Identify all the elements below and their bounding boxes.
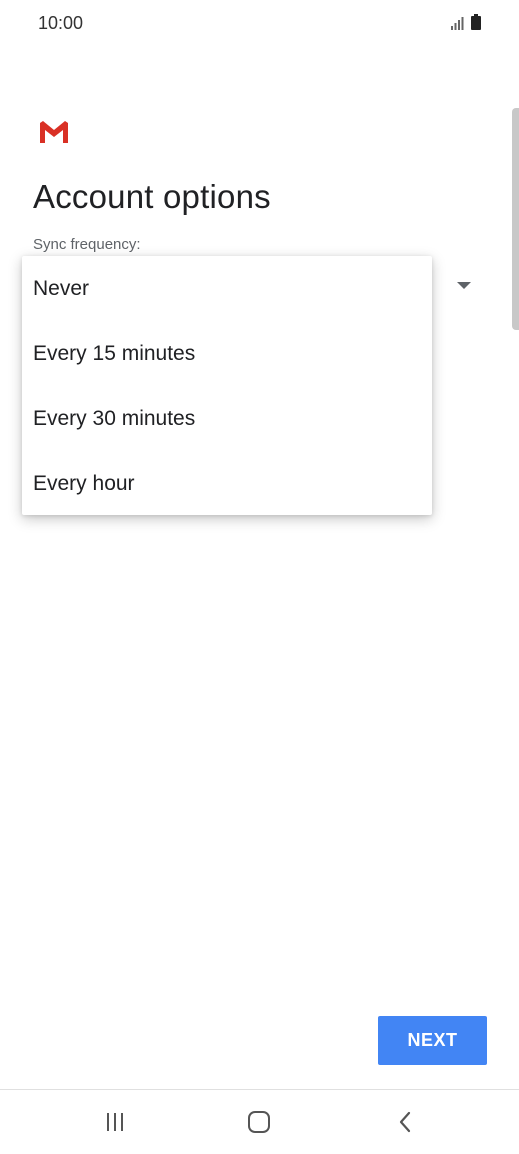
chevron-down-icon[interactable]: [457, 282, 471, 289]
recent-apps-icon[interactable]: [85, 1104, 145, 1140]
signal-icon: [451, 16, 465, 30]
gmail-logo-icon: [37, 119, 71, 145]
page-title: Account options: [33, 178, 271, 215]
status-bar: 10:00: [0, 0, 519, 48]
status-time: 10:00: [38, 13, 84, 33]
option-every-hour[interactable]: Every hour: [22, 452, 432, 516]
option-every-30-minutes[interactable]: Every 30 minutes: [22, 387, 432, 451]
next-button[interactable]: NEXT: [378, 1016, 487, 1065]
sync-frequency-label: Sync frequency:: [33, 236, 141, 253]
option-every-15-minutes[interactable]: Every 15 minutes: [22, 322, 432, 386]
back-icon[interactable]: [375, 1104, 435, 1140]
status-icons: [451, 14, 481, 30]
home-icon[interactable]: [229, 1104, 289, 1140]
option-never[interactable]: Never: [22, 257, 432, 321]
battery-icon: [471, 14, 481, 30]
scroll-indicator[interactable]: [512, 108, 519, 330]
sync-frequency-dropdown: Never Every 15 minutes Every 30 minutes …: [22, 256, 432, 515]
navigation-bar: [0, 1090, 519, 1154]
screen: 10:00 Account options Sync frequency: Ne…: [0, 0, 519, 1154]
